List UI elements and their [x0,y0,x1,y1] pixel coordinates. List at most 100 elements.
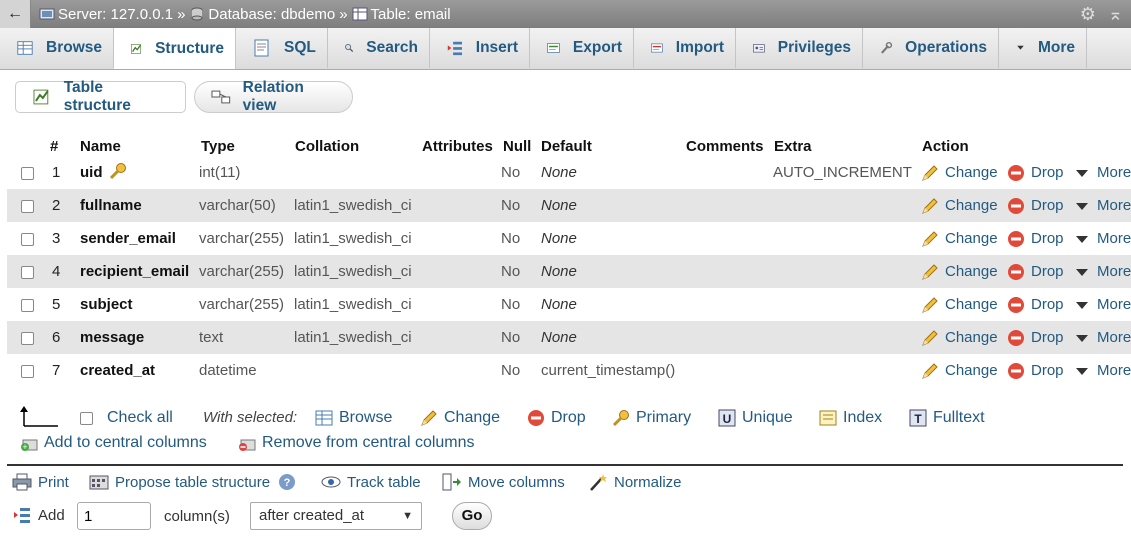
bulk-change-button[interactable]: Change [420,409,500,427]
bulk-unique-button[interactable]: U Unique [718,409,793,427]
tab-import[interactable]: Import [634,28,736,68]
more-actions-button[interactable]: More [1075,354,1131,387]
change-column-button[interactable]: Change [921,189,998,222]
column-name[interactable]: uid [80,156,127,189]
tab-privileges[interactable]: Privileges [736,28,863,68]
change-column-button[interactable]: Change [921,321,998,354]
row-checkbox[interactable] [21,332,34,345]
bulk-fulltext-button[interactable]: T Fulltext [909,409,985,427]
change-column-button[interactable]: Change [921,156,998,189]
change-column-button[interactable]: Change [921,288,998,321]
gear-icon[interactable]: ⚙ [1080,4,1096,25]
change-column-button[interactable]: Change [921,354,998,387]
move-columns-link[interactable]: Move columns [442,473,565,491]
insert-icon [14,508,30,523]
row-num: 7 [52,362,61,379]
breadcrumb-server[interactable]: Server: 127.0.0.1 [39,6,173,23]
bulk-primary-button[interactable]: Primary [612,409,691,427]
column-type: datetime [199,362,257,379]
bulk-drop-button[interactable]: Drop [527,409,586,427]
help-icon[interactable]: ? [278,473,296,491]
drop-column-button[interactable]: Drop [1007,222,1064,255]
row-checkbox[interactable] [21,365,34,378]
column-name[interactable]: created_at [80,354,155,387]
more-actions-button[interactable]: More [1075,321,1131,354]
add-central-columns-icon: + [21,439,38,452]
add-to-central-columns-button[interactable]: + Add to central columns [20,434,207,452]
column-name[interactable]: message [80,321,144,354]
tab-insert[interactable]: Insert [430,28,530,68]
normalize-link[interactable]: Normalize [588,473,682,491]
check-all[interactable]: Check all [80,409,173,427]
col-header-attributes: Attributes [422,138,493,155]
drop-icon [1008,164,1024,181]
column-name[interactable]: fullname [80,189,142,222]
change-label: Change [945,197,998,214]
remove-from-central-columns-button[interactable]: Remove from central columns [238,434,475,452]
tab-search[interactable]: Search [328,28,430,68]
column-position-select[interactable]: after created_at ▼ [250,502,422,530]
drop-column-button[interactable]: Drop [1007,354,1064,387]
column-count-input[interactable] [77,502,151,530]
col-header-name[interactable]: Name [80,136,121,156]
drop-column-button[interactable]: Drop [1007,189,1064,222]
more-actions-button[interactable]: More [1075,156,1131,189]
table-row: 1 uid int(11) No None AUTO_INCREMENT Change Dro… [7,156,1131,189]
collapse-icon[interactable]: ⌅ [1108,4,1123,25]
subtab-table-structure[interactable]: Table structure [15,79,186,114]
row-checkbox[interactable] [21,233,34,246]
drop-icon [1008,329,1024,346]
row-checkbox[interactable] [21,167,34,180]
pencil-icon [922,164,938,181]
go-button[interactable]: Go [452,502,492,530]
tab-export[interactable]: Export [530,28,634,68]
row-checkbox[interactable] [21,299,34,312]
drop-column-button[interactable]: Drop [1007,255,1064,288]
breadcrumb-table-label: Table: email [370,5,451,23]
table-row: 2 fullname varchar(50) latin1_swedish_ci No N… [7,189,1131,222]
unique-icon: U [718,409,736,427]
tab-operations[interactable]: Operations [863,28,999,68]
tab-more[interactable]: More [999,28,1087,68]
column-collation: latin1_swedish_ci [294,263,412,280]
bulk-browse-button[interactable]: Browse [315,409,392,427]
print-icon [12,473,32,491]
tab-structure[interactable]: Structure [114,28,236,69]
breadcrumb-database[interactable]: Database: dbdemo [189,6,335,23]
check-all-checkbox[interactable] [80,411,93,425]
back-arrow-icon[interactable]: ← [0,0,31,28]
drop-label: Drop [1031,230,1064,247]
row-checkbox[interactable] [21,266,34,279]
svg-text:T: T [914,412,922,426]
breadcrumb-table[interactable]: Table: email [352,6,451,23]
track-table-link[interactable]: Track table [321,473,421,491]
more-actions-button[interactable]: More [1075,189,1131,222]
drop-column-button[interactable]: Drop [1007,156,1064,189]
more-actions-button[interactable]: More [1075,255,1131,288]
column-name[interactable]: subject [80,288,133,321]
drop-column-button[interactable]: Drop [1007,321,1064,354]
change-label: Change [945,263,998,280]
bulk-index-button[interactable]: Index [819,409,882,427]
tab-browse[interactable]: Browse [0,28,114,68]
column-name[interactable]: sender_email [80,222,176,255]
drop-column-button[interactable]: Drop [1007,288,1064,321]
row-num: 6 [52,329,61,346]
print-link[interactable]: Print [12,473,69,491]
row-checkbox[interactable] [21,200,34,213]
more-label: More [1097,296,1131,313]
column-name[interactable]: recipient_email [80,255,189,288]
column-null: No [501,164,521,181]
propose-structure-link[interactable]: Propose table structure ? [89,473,296,491]
change-column-button[interactable]: Change [921,255,998,288]
row-num: 3 [52,230,61,247]
change-column-button[interactable]: Change [921,222,998,255]
window-controls: ⚙ ⌅ [1080,0,1123,28]
tab-sql[interactable]: SQL [236,28,328,68]
structure-icon [33,89,49,105]
subtab-relation-view[interactable]: Relation view [194,79,353,114]
more-actions-button[interactable]: More [1075,222,1131,255]
more-actions-button[interactable]: More [1075,288,1131,321]
drop-icon [1008,197,1024,214]
column-name-text: subject [80,296,133,313]
